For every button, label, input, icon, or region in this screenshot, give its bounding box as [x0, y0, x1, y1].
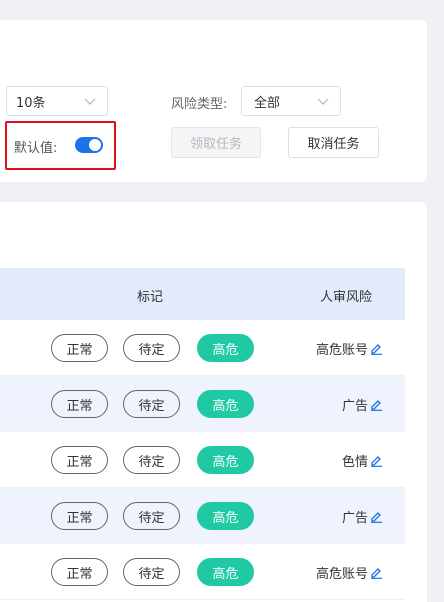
- risk-type-select[interactable]: 全部: [241, 86, 341, 116]
- column-header-manual-risk: 人审风险: [320, 290, 373, 305]
- manual-risk-value: 高危账号: [315, 343, 368, 358]
- manual-risk-value: 广告: [341, 399, 368, 414]
- table-row: 正常 待定 高危 色情: [0, 432, 405, 488]
- manual-risk-value: 高危账号: [315, 567, 368, 582]
- chevron-down-icon: [317, 98, 329, 105]
- tag-normal-button[interactable]: 正常: [51, 334, 108, 362]
- default-value-label: 默认值:: [14, 141, 58, 156]
- tag-normal-button[interactable]: 正常: [51, 502, 108, 530]
- edit-icon[interactable]: [370, 454, 383, 467]
- tag-pending-button[interactable]: 待定: [123, 502, 180, 530]
- tag-high-risk-button[interactable]: 高危: [197, 446, 254, 474]
- edit-icon[interactable]: [370, 510, 383, 523]
- tag-high-risk-button[interactable]: 高危: [197, 334, 254, 362]
- tag-normal-button[interactable]: 正常: [51, 390, 108, 418]
- manual-risk-cell: 高危账号: [316, 563, 383, 582]
- tag-normal-button[interactable]: 正常: [51, 558, 108, 586]
- tag-normal-button[interactable]: 正常: [51, 446, 108, 474]
- manual-risk-cell: 广告: [342, 395, 383, 414]
- edit-icon[interactable]: [370, 342, 383, 355]
- manual-risk-cell: 高危账号: [316, 339, 383, 358]
- tag-pending-button[interactable]: 待定: [123, 446, 180, 474]
- page-size-value: 10条: [16, 95, 46, 111]
- table-row: 正常 待定 高危 广告: [0, 376, 405, 432]
- table-row: 正常 待定 高危 高危账号: [0, 320, 405, 376]
- manual-risk-cell: 广告: [342, 507, 383, 526]
- tag-high-risk-button[interactable]: 高危: [197, 502, 254, 530]
- column-header-mark: 标记: [137, 290, 164, 305]
- risk-type-value: 全部: [254, 95, 281, 111]
- tag-high-risk-button[interactable]: 高危: [197, 558, 254, 586]
- table-row: 正常 待定 高危 高危账号: [0, 544, 405, 600]
- manual-risk-value: 广告: [341, 511, 368, 526]
- table-header: 标记 人审风险: [0, 268, 405, 320]
- default-value-toggle[interactable]: [75, 137, 103, 153]
- page-size-select[interactable]: 10条: [6, 86, 108, 116]
- edit-icon[interactable]: [370, 398, 383, 411]
- tag-pending-button[interactable]: 待定: [123, 558, 180, 586]
- manual-risk-cell: 色情: [342, 451, 383, 470]
- edit-icon[interactable]: [370, 566, 383, 579]
- tag-pending-button[interactable]: 待定: [123, 390, 180, 418]
- default-value-highlight: 默认值:: [5, 121, 116, 170]
- tag-high-risk-button[interactable]: 高危: [197, 390, 254, 418]
- toggle-knob: [89, 139, 101, 151]
- chevron-down-icon: [84, 98, 96, 105]
- claim-task-button[interactable]: 领取任务: [171, 127, 261, 158]
- table-row: 正常 待定 高危 广告: [0, 488, 405, 544]
- tag-pending-button[interactable]: 待定: [123, 334, 180, 362]
- cancel-task-button[interactable]: 取消任务: [288, 127, 379, 158]
- manual-risk-value: 色情: [341, 455, 368, 470]
- risk-type-label: 风险类型:: [171, 97, 228, 112]
